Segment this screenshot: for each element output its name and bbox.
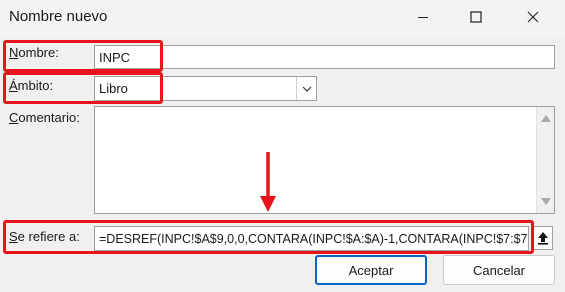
collapse-dialog-button[interactable] — [533, 226, 553, 250]
upload-arrow-icon — [538, 232, 548, 245]
scope-select[interactable]: Libro — [94, 76, 317, 101]
comment-textarea[interactable] — [94, 106, 555, 214]
accept-button[interactable]: Aceptar — [315, 255, 427, 285]
name-label: Nombre: — [9, 45, 59, 60]
scope-dropdown-button[interactable] — [296, 77, 316, 100]
minimize-control[interactable] — [400, 0, 446, 34]
comment-label: Comentario: — [9, 110, 80, 125]
red-arrow-annotation — [260, 152, 276, 212]
maximize-control[interactable] — [453, 0, 499, 34]
comment-scrollbar[interactable] — [536, 107, 554, 213]
window-title: Nombre nuevo — [9, 8, 108, 25]
scroll-up-icon — [541, 115, 551, 122]
close-control[interactable] — [508, 0, 558, 34]
chevron-down-icon — [302, 86, 311, 92]
maximize-icon — [470, 11, 482, 23]
refers-to-input[interactable]: =DESREF(INPC!$A$9,0,0,CONTARA(INPC!$A:$A… — [94, 226, 529, 251]
minimize-icon — [418, 17, 428, 18]
name-input[interactable]: INPC — [94, 45, 555, 69]
refers-to-label: Se refiere a: — [9, 229, 80, 244]
close-icon — [527, 11, 539, 23]
scope-label: Ámbito: — [9, 78, 54, 93]
scroll-down-icon — [541, 198, 551, 205]
cancel-button[interactable]: Cancelar — [443, 255, 555, 285]
